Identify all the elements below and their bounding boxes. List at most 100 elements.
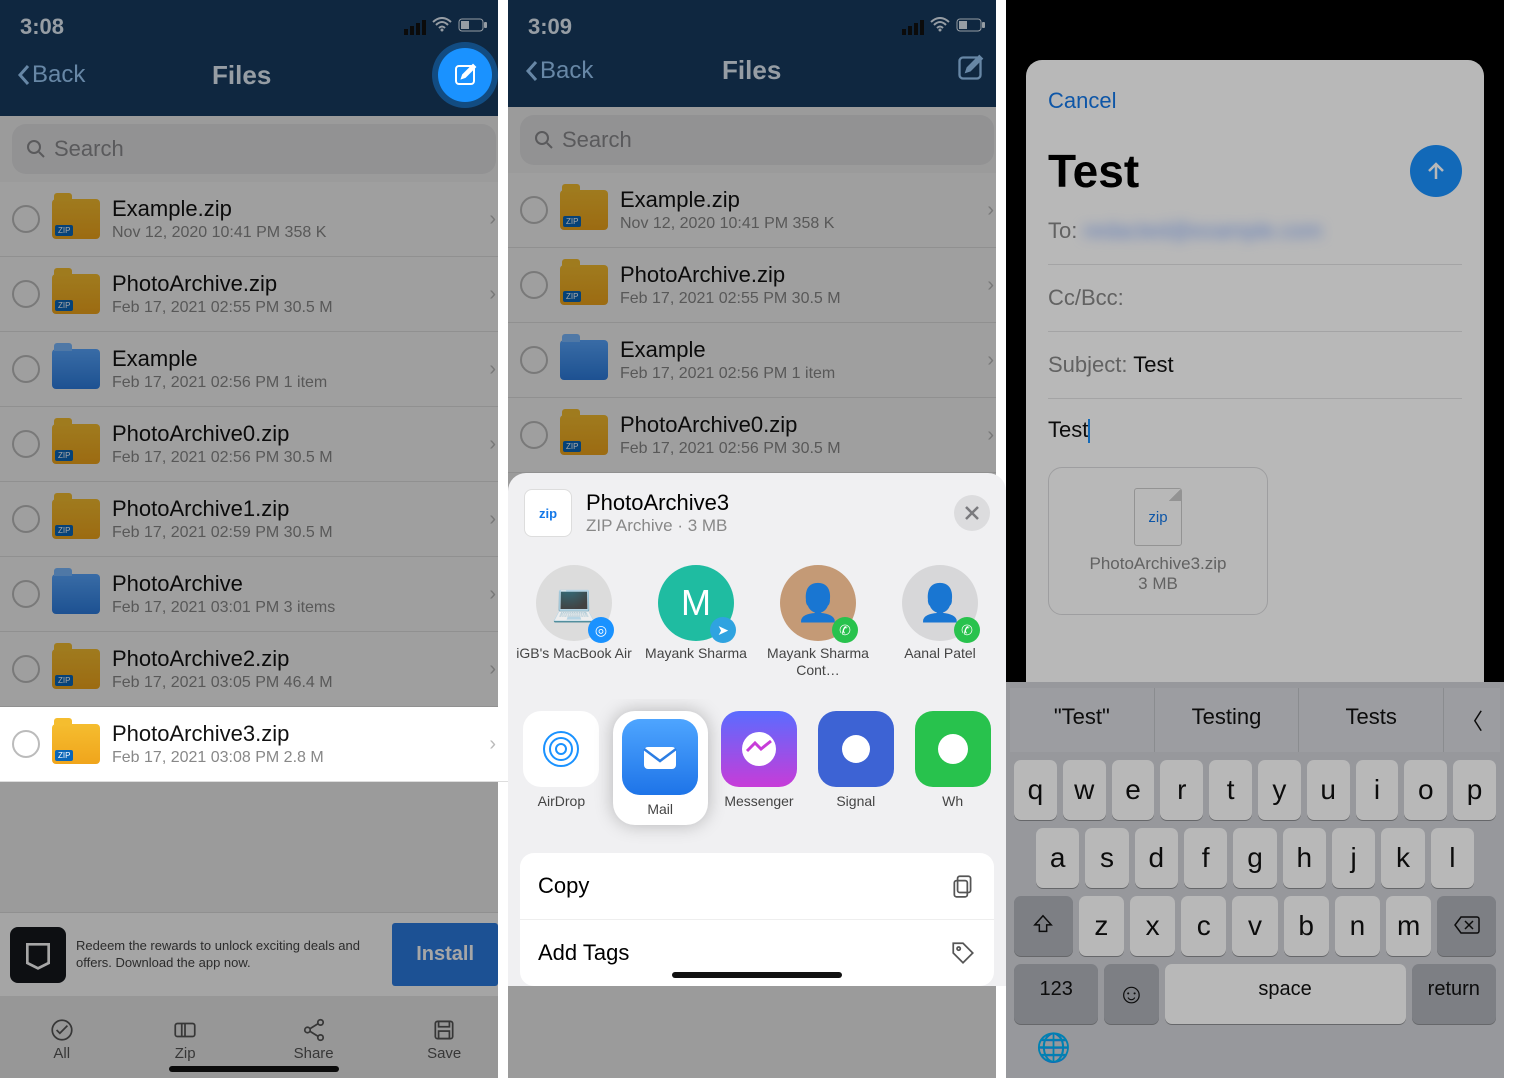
select-radio[interactable] [520,346,548,374]
search-input[interactable]: Search [520,115,994,165]
file-name: PhotoArchive0.zip [112,421,477,447]
send-button[interactable] [1410,145,1462,197]
key-u[interactable]: u [1307,760,1350,820]
key-j[interactable]: j [1332,828,1375,888]
home-indicator[interactable] [672,972,842,978]
select-radio[interactable] [12,580,40,608]
file-row[interactable]: PhotoArchive0.zipFeb 17, 2021 02:56 PM 3… [508,398,1006,473]
share-app-airdrop[interactable]: AirDrop [516,711,607,826]
backspace-key[interactable] [1437,896,1496,956]
key-k[interactable]: k [1381,828,1424,888]
select-radio[interactable] [520,421,548,449]
zip-folder-icon [560,415,608,455]
select-radio[interactable] [520,196,548,224]
ccbcc-field[interactable]: Cc/Bcc: [1048,265,1462,332]
share-app-mail[interactable]: Mail [613,711,708,826]
tab-share[interactable]: Share [294,1017,334,1062]
select-radio[interactable] [12,730,40,758]
key-x[interactable]: x [1130,896,1175,956]
chevron-left-icon[interactable]: 〈 [1444,688,1500,752]
share-contact[interactable]: M➤Mayank Sharma [638,565,754,679]
select-radio[interactable] [12,505,40,533]
key-c[interactable]: c [1181,896,1226,956]
numbers-key[interactable]: 123 [1014,964,1098,1024]
file-row[interactable]: Example.zipNov 12, 2020 10:41 PM 358 K› [508,173,1006,248]
file-row[interactable]: PhotoArchive1.zipFeb 17, 2021 02:59 PM 3… [0,482,508,557]
key-m[interactable]: m [1386,896,1431,956]
globe-icon[interactable]: 🌐 [1036,1031,1071,1064]
file-row[interactable]: ExampleFeb 17, 2021 02:56 PM 1 item› [508,323,1006,398]
tab-all[interactable]: All [47,1017,77,1062]
file-row[interactable]: PhotoArchive3.zipFeb 17, 2021 03:08 PM 2… [0,707,508,782]
select-radio[interactable] [12,355,40,383]
file-row[interactable]: PhotoArchive2.zipFeb 17, 2021 03:05 PM 4… [0,632,508,707]
suggestion[interactable]: Testing [1155,688,1300,752]
ad-install-button[interactable]: Install [392,923,498,986]
file-row[interactable]: PhotoArchive.zipFeb 17, 2021 02:55 PM 30… [0,257,508,332]
key-r[interactable]: r [1160,760,1203,820]
key-p[interactable]: p [1453,760,1496,820]
select-radio[interactable] [12,205,40,233]
ad-banner[interactable]: Redeem the rewards to unlock exciting de… [0,912,508,996]
emoji-key[interactable]: ☺ [1104,964,1158,1024]
action-copy[interactable]: Copy [520,853,994,920]
share-app-signal[interactable]: Signal [810,711,901,826]
share-contact[interactable]: 👤✆Aanal Patel [882,565,998,679]
share-app-whatsapp[interactable]: Wh [907,711,998,826]
file-row[interactable]: PhotoArchiveFeb 17, 2021 03:01 PM 3 item… [0,557,508,632]
select-radio[interactable] [520,271,548,299]
search-input[interactable]: Search [12,124,496,174]
compose-button[interactable] [438,48,492,102]
key-t[interactable]: t [1209,760,1252,820]
tab-save[interactable]: Save [427,1017,461,1062]
share-contact[interactable]: 👤✆Mayank Sharma Cont… [760,565,876,679]
file-meta: Feb 17, 2021 02:56 PM 30.5 M [620,440,975,458]
suggestion[interactable]: Tests [1299,688,1444,752]
shift-key[interactable] [1014,896,1073,956]
subject-field[interactable]: Subject: Test [1048,332,1462,399]
key-v[interactable]: v [1232,896,1277,956]
key-a[interactable]: a [1036,828,1079,888]
key-i[interactable]: i [1356,760,1399,820]
select-radio[interactable] [12,655,40,683]
share-contact[interactable]: 💻◎iGB's MacBook Air [516,565,632,679]
key-y[interactable]: y [1258,760,1301,820]
close-icon [964,505,980,521]
file-row[interactable]: Example.zipNov 12, 2020 10:41 PM 358 K› [0,182,508,257]
key-d[interactable]: d [1135,828,1178,888]
key-f[interactable]: f [1184,828,1227,888]
key-o[interactable]: o [1404,760,1447,820]
key-h[interactable]: h [1283,828,1326,888]
zip-folder-icon [52,424,100,464]
key-w[interactable]: w [1063,760,1106,820]
key-z[interactable]: z [1079,896,1124,956]
key-l[interactable]: l [1431,828,1474,888]
space-key[interactable]: space [1165,964,1406,1024]
file-meta: Feb 17, 2021 02:56 PM 1 item [620,365,975,383]
close-button[interactable] [954,495,990,531]
compose-button[interactable] [950,48,990,93]
home-indicator[interactable] [169,1066,339,1072]
file-row[interactable]: PhotoArchive0.zipFeb 17, 2021 02:56 PM 3… [0,407,508,482]
share-apps: AirDropMailMessengerSignalWh [508,699,1006,846]
file-row[interactable]: ExampleFeb 17, 2021 02:56 PM 1 item› [0,332,508,407]
cancel-button[interactable]: Cancel [1048,88,1462,114]
tab-zip[interactable]: Zip [170,1017,200,1062]
suggestion[interactable]: "Test" [1010,688,1155,752]
key-n[interactable]: n [1335,896,1380,956]
mail-attachment[interactable]: zip PhotoArchive3.zip 3 MB [1048,467,1268,615]
share-app-messenger[interactable]: Messenger [714,711,805,826]
key-s[interactable]: s [1085,828,1128,888]
key-b[interactable]: b [1284,896,1329,956]
to-field[interactable]: To: redacted@example.com [1048,198,1462,265]
select-radio[interactable] [12,280,40,308]
page-title: Files [553,55,950,86]
key-q[interactable]: q [1014,760,1057,820]
key-e[interactable]: e [1112,760,1155,820]
key-g[interactable]: g [1233,828,1276,888]
select-radio[interactable] [12,430,40,458]
file-row[interactable]: PhotoArchive.zipFeb 17, 2021 02:55 PM 30… [508,248,1006,323]
share-contacts: 💻◎iGB's MacBook AirM➤Mayank Sharma👤✆Maya… [508,553,1006,699]
return-key[interactable]: return [1412,964,1496,1024]
mail-body[interactable]: Test [1048,399,1462,461]
